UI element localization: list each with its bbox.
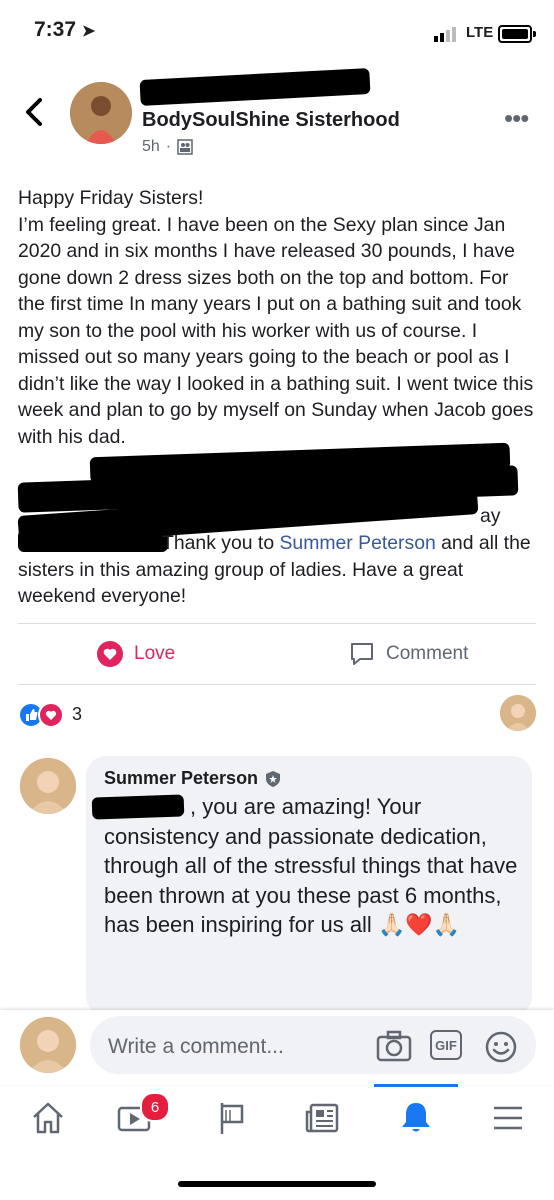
redacted-author <box>139 67 371 107</box>
group-name[interactable]: BodySoulShine Sisterhood <box>142 109 400 132</box>
divider <box>18 684 536 685</box>
post-age: 5h <box>142 138 160 155</box>
signal-icon <box>434 27 456 42</box>
tab-menu[interactable] <box>480 1090 536 1146</box>
love-label: Love <box>134 643 176 664</box>
comment-text: , you are amazing! Your consistency and … <box>104 794 518 937</box>
group-audience-icon <box>177 139 193 155</box>
tab-home[interactable] <box>20 1090 76 1146</box>
battery-icon <box>498 25 536 43</box>
reaction-count[interactable]: 3 <box>72 704 82 725</box>
newspaper-icon <box>305 1103 339 1133</box>
emoji-icon[interactable] <box>484 1030 518 1064</box>
comment-icon <box>351 643 373 665</box>
more-options-icon[interactable]: ••• <box>504 103 529 134</box>
thanks-prefix: Thank you to <box>162 532 280 554</box>
post-body: Happy Friday Sisters! I’m feeling great.… <box>18 185 536 450</box>
love-reaction-icon <box>97 641 123 667</box>
mention-link[interactable]: Summer Peterson <box>280 532 436 554</box>
post-line-story: I’m feeling great. I have been on the Se… <box>18 213 534 448</box>
home-icon <box>33 1102 63 1134</box>
reactor-avatar[interactable] <box>500 695 536 731</box>
my-avatar <box>20 1017 76 1073</box>
bell-icon <box>402 1103 430 1132</box>
post-meta: 5h · <box>142 138 193 156</box>
tab-pages[interactable] <box>204 1090 260 1146</box>
status-time: 7:37 ➤ <box>34 18 96 41</box>
partial-visible-text: ay <box>480 505 501 527</box>
camera-icon[interactable] <box>376 1030 412 1062</box>
commenter-name[interactable]: Summer Peterson <box>104 768 282 789</box>
reaction-icons[interactable] <box>18 702 68 728</box>
tab-notifications[interactable] <box>388 1090 444 1146</box>
network-type: LTE <box>466 24 494 41</box>
hamburger-menu-icon <box>494 1106 522 1130</box>
flag-icon <box>220 1103 244 1134</box>
gif-button[interactable]: GIF <box>430 1030 462 1060</box>
love-button[interactable]: Love <box>96 640 175 668</box>
post-line-greeting: Happy Friday Sisters! <box>18 187 204 209</box>
admin-badge-icon <box>266 770 281 787</box>
comment-placeholder: Write a comment... <box>108 1035 284 1058</box>
back-icon[interactable] <box>22 94 50 130</box>
active-tab-indicator <box>374 1084 458 1087</box>
group-avatar[interactable] <box>70 82 132 144</box>
post-thanks: Thank you to Summer Peterson and all the… <box>18 530 536 610</box>
comment-label: Comment <box>386 643 469 664</box>
home-indicator <box>178 1181 376 1187</box>
comment-button[interactable]: Comment <box>348 640 468 668</box>
video-badge: 6 <box>140 1092 170 1122</box>
tab-news[interactable] <box>294 1090 350 1146</box>
divider <box>18 623 536 624</box>
comment-emoji: 🙏🏻❤️🙏🏻 <box>377 912 461 937</box>
commenter-avatar[interactable] <box>20 758 76 814</box>
